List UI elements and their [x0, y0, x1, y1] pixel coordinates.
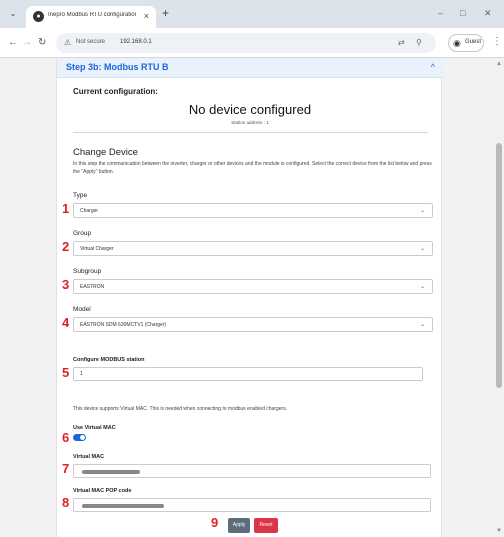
chevron-down-icon: ⌄	[419, 246, 425, 252]
current-configuration-heading: Current configuration:	[73, 87, 158, 96]
modbus-station-value: 1	[80, 371, 83, 377]
group-selected-value: Virtual Charger	[80, 246, 114, 252]
card-title: Step 3b: Modbus RTU B	[66, 62, 169, 72]
forward-arrow-icon[interactable]: →	[22, 37, 32, 49]
site-favicon-icon: ●	[33, 11, 44, 22]
chevron-up-icon[interactable]: ^	[431, 62, 435, 72]
modbus-config-card: Step 3b: Modbus RTU B ^ Current configur…	[56, 58, 443, 537]
browser-menu-icon[interactable]: ⋮	[492, 36, 502, 48]
no-device-status: No device configured	[188, 102, 312, 117]
reset-button[interactable]: Reset	[254, 518, 278, 533]
reload-icon[interactable]: ↻	[38, 37, 46, 49]
window-close-button[interactable]: ✕	[484, 7, 492, 19]
chevron-down-icon: ⌄	[419, 322, 425, 328]
step-marker-5: 5	[62, 365, 70, 380]
model-selected-value: EASTRON SDM 630MCTV1 (Charger)	[80, 322, 167, 328]
chevron-down-icon: ⌄	[419, 208, 425, 214]
section-divider	[73, 132, 428, 133]
profile-icon: ◉	[453, 38, 461, 48]
step-marker-7: 7	[62, 461, 70, 476]
back-arrow-icon[interactable]: ←	[8, 37, 18, 49]
scroll-up-icon[interactable]: ▲	[496, 60, 502, 68]
change-device-description: In this step the communication between t…	[73, 161, 432, 175]
scroll-down-icon[interactable]: ▼	[496, 527, 502, 535]
group-label: Group	[73, 230, 92, 237]
redacted-value	[82, 470, 140, 474]
new-tab-button[interactable]: +	[162, 6, 169, 20]
virtual-mac-pop-input[interactable]	[73, 498, 431, 512]
step-marker-1: 1	[62, 201, 70, 216]
window-minimize-button[interactable]: –	[438, 7, 443, 19]
step-marker-6: 6	[62, 430, 70, 445]
station-address-text: Station address : 1	[231, 120, 269, 125]
redacted-value	[82, 504, 164, 508]
virtual-mac-info: This device supports Virtual MAC. This i…	[73, 406, 288, 412]
address-bar[interactable]: ⚠ Not secure 192.168.0.1 ⇄ ⚲	[56, 33, 436, 53]
type-label: Type	[73, 192, 88, 199]
page-scrollbar[interactable]: ▲ ▼	[494, 58, 504, 537]
browser-tab[interactable]: ● Inepro Modbus RTU configuration ×	[26, 6, 156, 28]
virtual-mac-input[interactable]	[73, 464, 431, 478]
type-select[interactable]: Charger ⌄	[73, 203, 433, 218]
use-virtual-mac-toggle[interactable]	[73, 434, 86, 441]
tab-search-chevron-icon[interactable]: ⌄	[6, 7, 20, 21]
apply-button[interactable]: Apply	[228, 518, 250, 533]
group-select[interactable]: Virtual Charger ⌄	[73, 241, 433, 256]
translate-icon[interactable]: ⇄	[398, 38, 405, 48]
subgroup-label: Subgroup	[73, 268, 102, 275]
chevron-down-icon: ⌄	[419, 284, 425, 290]
window-maximize-button[interactable]: □	[460, 7, 465, 19]
guest-profile-button[interactable]: ◉ Guest	[448, 34, 484, 52]
warning-lock-icon[interactable]: ⚠	[64, 38, 71, 48]
model-label: Model	[73, 306, 91, 313]
subgroup-select[interactable]: EASTRON ⌄	[73, 279, 433, 294]
tab-close-icon[interactable]: ×	[144, 10, 149, 22]
url-text[interactable]: 192.168.0.1	[120, 39, 152, 45]
subgroup-selected-value: EASTRON	[80, 284, 105, 290]
modbus-station-label: Configure MODBUS station	[73, 357, 145, 363]
step-marker-4: 4	[62, 315, 70, 330]
card-header[interactable]: Step 3b: Modbus RTU B ^	[57, 58, 443, 78]
type-selected-value: Charger	[80, 208, 99, 214]
modbus-station-input[interactable]: 1	[73, 367, 423, 381]
model-select[interactable]: EASTRON SDM 630MCTV1 (Charger) ⌄	[73, 317, 433, 332]
security-status[interactable]: Not secure	[76, 39, 105, 45]
change-device-heading: Change Device	[73, 147, 138, 158]
browser-tab-strip: ⌄ ● Inepro Modbus RTU configuration × + …	[0, 0, 504, 28]
scrollbar-thumb[interactable]	[496, 143, 502, 388]
page-viewport: ▲ ▼ Step 3b: Modbus RTU B ^ Current conf…	[0, 58, 504, 537]
step-marker-9: 9	[211, 515, 219, 530]
use-virtual-mac-label: Use Virtual MAC	[73, 425, 116, 431]
profile-label: Guest	[465, 39, 482, 45]
zoom-icon[interactable]: ⚲	[416, 38, 422, 48]
step-marker-8: 8	[62, 495, 70, 510]
browser-toolbar: ← → ↻ ⚠ Not secure 192.168.0.1 ⇄ ⚲ ◉ Gue…	[0, 28, 504, 58]
virtual-mac-label: Virtual MAC	[73, 454, 105, 460]
toggle-knob	[80, 435, 85, 440]
tab-title: Inepro Modbus RTU configuration	[48, 12, 136, 18]
virtual-mac-pop-label: Virtual MAC POP code	[73, 488, 132, 494]
step-marker-3: 3	[62, 277, 70, 292]
step-marker-2: 2	[62, 239, 70, 254]
